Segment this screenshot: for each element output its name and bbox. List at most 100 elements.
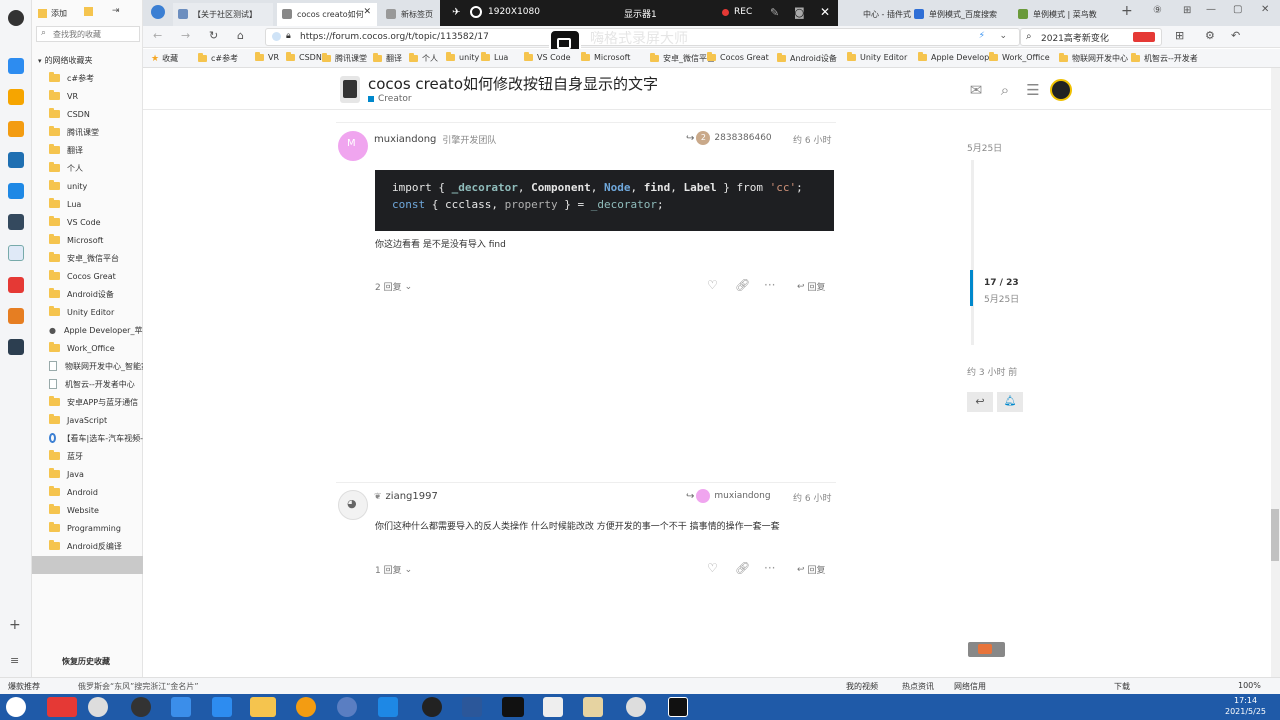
favorites-search-input[interactable]: ⌕ 查找我的收藏: [36, 26, 140, 42]
tab-4[interactable]: 中心 - 插件式: [843, 3, 913, 26]
tab-6[interactable]: 单例模式 | 菜鸟教: [1013, 3, 1113, 26]
post-time[interactable]: 约 6 小时: [793, 133, 831, 146]
bookmark-item[interactable]: 物联网开发中心: [1059, 53, 1128, 64]
status-left-1[interactable]: 爆款推荐: [8, 681, 40, 692]
grid-icon[interactable]: ⊞: [1175, 29, 1184, 42]
bookmark-item[interactable]: Apple Develop: [918, 52, 989, 62]
display-icon[interactable]: [470, 6, 482, 18]
tab-2[interactable]: cocos creato如何 ✕: [277, 3, 377, 26]
chevron-down-icon[interactable]: ⌄: [999, 31, 1007, 41]
favorites-item[interactable]: Programming: [32, 519, 143, 537]
profile-avatar[interactable]: [8, 10, 24, 26]
more-icon[interactable]: ···: [764, 278, 775, 292]
avatar[interactable]: M: [338, 131, 368, 161]
start-icon[interactable]: [6, 697, 26, 717]
pin-icon[interactable]: ✈: [452, 7, 460, 18]
favorites-item[interactable]: 腾讯课堂: [32, 123, 143, 141]
app-icon[interactable]: [131, 697, 151, 717]
favorites-item[interactable]: 个人: [32, 159, 143, 177]
link-icon[interactable]: 🔗︎: [735, 278, 750, 292]
tab-1[interactable]: 【关于社区测试】: [173, 3, 273, 26]
reply-to[interactable]: ↪ 2 2838386460: [686, 131, 772, 145]
app3-icon[interactable]: [8, 339, 24, 355]
bookmark-item[interactable]: Unity Editor: [847, 52, 907, 62]
csdn-icon[interactable]: [8, 277, 24, 293]
reply-button[interactable]: ↩ 回复: [797, 280, 826, 294]
timeline-bottom[interactable]: 约 3 小时 前: [967, 365, 1017, 378]
search-icon[interactable]: ⌕: [996, 82, 1014, 98]
file-explorer-icon[interactable]: [250, 697, 276, 717]
timeline-top-date[interactable]: 5月25日: [967, 141, 1002, 154]
favorites-item[interactable]: JavaScript: [32, 411, 143, 429]
tab-5[interactable]: 单例模式_百度搜索: [909, 3, 1013, 26]
like-icon[interactable]: ♡: [707, 278, 718, 292]
floating-widget[interactable]: [968, 642, 1005, 657]
status-my-video[interactable]: 我的视频: [846, 681, 878, 692]
reply-button[interactable]: ↩ 回复: [797, 563, 826, 577]
topic-category[interactable]: Creator: [368, 94, 412, 104]
favorites-item[interactable]: Unity Editor: [32, 303, 143, 321]
cocos-logo[interactable]: [340, 76, 360, 103]
topic-title[interactable]: cocos creato如何修改按钮自身显示的文字: [368, 73, 658, 94]
bookmark-item[interactable]: CSDN: [286, 52, 322, 62]
vscode-icon[interactable]: [171, 697, 191, 717]
restore-history-button[interactable]: 恢复历史收藏: [62, 656, 110, 667]
favorites-item[interactable]: 【看车|选车-汽车视频-: [32, 429, 143, 447]
favorites-item[interactable]: Microsoft: [32, 231, 143, 249]
app-icon[interactable]: [88, 697, 108, 717]
back-icon[interactable]: ←: [153, 29, 162, 42]
app-icon[interactable]: [543, 697, 563, 717]
clock-date[interactable]: 2021/5/25: [1225, 707, 1266, 716]
bookmark-item[interactable]: Microsoft: [581, 52, 630, 62]
cloud-icon[interactable]: [8, 58, 24, 74]
favorites-item[interactable]: 蓝牙: [32, 447, 143, 465]
post-time[interactable]: 约 6 小时: [793, 491, 831, 504]
search-input[interactable]: ⌕ 2021高考新变化: [1020, 28, 1162, 46]
like-icon[interactable]: ♡: [707, 561, 718, 575]
lightning-icon[interactable]: ⚡︎: [979, 31, 985, 41]
recorder-resolution[interactable]: 1920X1080: [488, 7, 540, 17]
reload-icon[interactable]: ↻: [209, 29, 218, 42]
replies-toggle[interactable]: 1 回复 ⌄: [375, 563, 412, 577]
bookmark-item[interactable]: 翻译: [373, 53, 402, 64]
favorites-item[interactable]: unity: [32, 177, 143, 195]
bookmark-item[interactable]: VS Code: [524, 52, 571, 62]
clock-time[interactable]: 17:14: [1234, 696, 1257, 705]
status-download[interactable]: 下载: [1114, 681, 1130, 692]
app-icon[interactable]: [378, 697, 398, 717]
favorites-add[interactable]: 添加: [38, 8, 67, 19]
minimize-icon[interactable]: —: [1206, 4, 1216, 15]
user-avatar[interactable]: [1050, 79, 1072, 101]
star-icon[interactable]: [8, 89, 24, 105]
reply-to[interactable]: ↪ muxiandong: [686, 489, 771, 503]
favorites-item[interactable]: Android设备: [32, 285, 143, 303]
reply-topic-button[interactable]: ↩: [967, 392, 993, 412]
favorites-item[interactable]: Android: [32, 483, 143, 501]
favorites-item[interactable]: 翻译: [32, 141, 143, 159]
avatar[interactable]: ◕: [338, 490, 368, 520]
recorder-app-icon[interactable]: [668, 697, 688, 717]
undo-icon[interactable]: ↶: [1231, 29, 1240, 42]
add-icon[interactable]: +: [9, 617, 21, 633]
favorites-item[interactable]: VR: [32, 87, 143, 105]
app-icon[interactable]: [8, 214, 24, 230]
favorites-item[interactable]: Java: [32, 465, 143, 483]
favorites-item[interactable]: Cocos Great: [32, 267, 143, 285]
browser-icon[interactable]: [296, 697, 316, 717]
post-username[interactable]: muxiandong: [374, 134, 436, 145]
folder-icon[interactable]: [84, 7, 93, 16]
bookmark-item[interactable]: 安卓_微信平台: [650, 53, 715, 64]
favorites-item[interactable]: c#参考: [32, 69, 143, 87]
favorites-root[interactable]: ▾ 的网络收藏夹: [38, 55, 93, 66]
maximize-icon[interactable]: ▢: [1233, 4, 1242, 15]
new-tab-icon[interactable]: +: [1121, 3, 1133, 19]
menu-icon[interactable]: ≡: [10, 654, 19, 667]
favorites-item[interactable]: 物联网开发中心_智能家: [32, 357, 143, 375]
favorites-item[interactable]: 安卓APP与蓝牙通信: [32, 393, 143, 411]
restore-icon[interactable]: ⊞: [1183, 5, 1191, 16]
forward-icon[interactable]: →: [181, 29, 190, 42]
window-close-icon[interactable]: ✕: [1261, 4, 1269, 15]
notification-bell-icon[interactable]: 🔔︎: [997, 392, 1023, 412]
bookmark-item[interactable]: VR: [255, 52, 279, 62]
close-icon[interactable]: ✕: [363, 7, 371, 17]
